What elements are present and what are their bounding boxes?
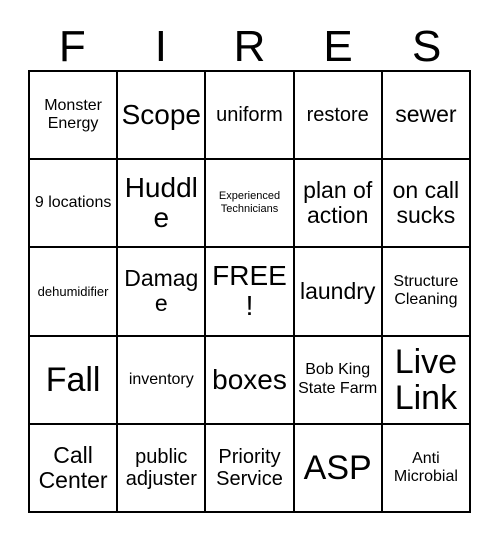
bingo-cell-label: Huddle bbox=[124, 172, 198, 234]
bingo-cell[interactable]: inventory bbox=[118, 336, 207, 425]
bingo-cell[interactable]: Monster Energy bbox=[30, 72, 119, 161]
bingo-cell-label: Damage bbox=[124, 265, 199, 317]
bingo-cell-label: inventory bbox=[128, 370, 194, 388]
bingo-cell[interactable]: 9 locations bbox=[30, 160, 119, 249]
bingo-cell[interactable]: Bob King State Farm bbox=[294, 336, 383, 425]
bingo-header-letters: F I R E S bbox=[28, 14, 471, 70]
bingo-cell[interactable]: uniform bbox=[206, 72, 295, 161]
bingo-cell-label: Scope bbox=[121, 98, 201, 130]
bingo-cell-label: Anti Microbial bbox=[393, 449, 458, 485]
bingo-cell-label: Priority Service bbox=[216, 445, 283, 490]
bingo-card: F I R E S Monster Energy Scope uniform r… bbox=[0, 0, 500, 544]
header-letter-r: R bbox=[233, 22, 266, 71]
bingo-cell[interactable]: on call sucks bbox=[382, 160, 471, 249]
bingo-cell-label: ASP bbox=[303, 448, 372, 487]
bingo-cell-label: public adjuster bbox=[125, 445, 197, 490]
bingo-cell[interactable]: Damage bbox=[118, 248, 207, 337]
bingo-cell-label: Monster Energy bbox=[44, 96, 102, 133]
bingo-cell[interactable]: Huddle bbox=[118, 160, 207, 249]
bingo-cell-label: on call sucks bbox=[392, 176, 460, 229]
bingo-cell-label: Structure Cleaning bbox=[393, 273, 459, 309]
bingo-cell-label: plan of action bbox=[303, 176, 373, 229]
bingo-cell-label: Experienced Technicians bbox=[218, 189, 281, 216]
bingo-cell[interactable]: laundry bbox=[294, 248, 383, 337]
bingo-cell-label: dehumidifier bbox=[37, 283, 109, 299]
bingo-cell-label-free: FREE! bbox=[212, 260, 287, 322]
bingo-cell[interactable]: Call Center bbox=[30, 424, 119, 513]
bingo-cell-label: boxes bbox=[212, 363, 287, 395]
bingo-cell[interactable]: Experienced Technicians bbox=[206, 160, 295, 249]
bingo-cell[interactable]: restore bbox=[294, 72, 383, 161]
header-letter-e: E bbox=[323, 22, 353, 71]
bingo-cell[interactable]: Live Link bbox=[382, 336, 471, 425]
bingo-cell[interactable]: plan of action bbox=[294, 160, 383, 249]
bingo-cell-free[interactable]: FREE! bbox=[206, 248, 295, 337]
bingo-cell[interactable]: public adjuster bbox=[118, 424, 207, 513]
bingo-cell[interactable]: dehumidifier bbox=[30, 248, 119, 337]
bingo-cell[interactable]: sewer bbox=[382, 72, 471, 161]
bingo-cell-label: sewer bbox=[395, 101, 457, 128]
bingo-cell-label: laundry bbox=[299, 277, 376, 304]
bingo-cell-label: 9 locations bbox=[34, 194, 112, 212]
bingo-cell-label: uniform bbox=[216, 103, 283, 126]
bingo-cell[interactable]: boxes bbox=[206, 336, 295, 425]
bingo-cell[interactable]: Anti Microbial bbox=[382, 424, 471, 513]
bingo-cell[interactable]: Priority Service bbox=[206, 424, 295, 513]
bingo-grid: Monster Energy Scope uniform restore sew… bbox=[28, 70, 471, 513]
bingo-cell-label: Fall bbox=[45, 360, 101, 399]
header-letter-s: S bbox=[411, 22, 442, 71]
bingo-cell[interactable]: Fall bbox=[30, 336, 119, 425]
bingo-cell-label: restore bbox=[306, 103, 369, 126]
bingo-cell[interactable]: Scope bbox=[118, 72, 207, 161]
bingo-cell-label: Call Center bbox=[38, 441, 108, 493]
bingo-cell[interactable]: ASP bbox=[294, 424, 383, 513]
header-letter-i: I bbox=[154, 22, 167, 71]
bingo-cell-label: Bob King State Farm bbox=[298, 361, 378, 397]
bingo-cell[interactable]: Structure Cleaning bbox=[382, 248, 471, 337]
bingo-cell-label: Live Link bbox=[394, 342, 458, 417]
header-letter-f: F bbox=[58, 22, 86, 71]
